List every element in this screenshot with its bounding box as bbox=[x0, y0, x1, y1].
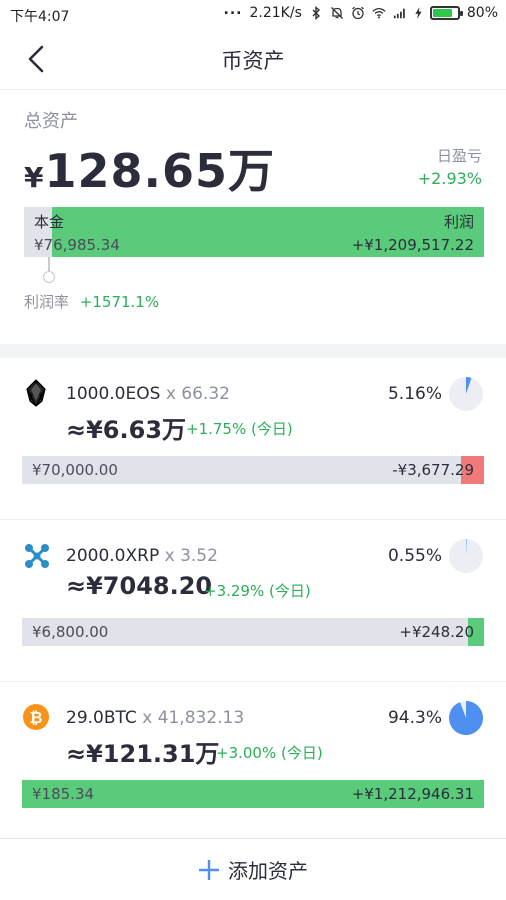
currency-symbol: ¥ bbox=[24, 161, 45, 194]
section-divider bbox=[0, 344, 506, 358]
notification-dots: ... bbox=[223, 2, 243, 18]
eos-icon bbox=[26, 379, 46, 407]
network-speed: 2.21K/s bbox=[249, 5, 302, 21]
rate-marker-dot bbox=[43, 271, 55, 283]
cost-value: ¥70,000.00 bbox=[32, 461, 118, 479]
bluetooth-icon bbox=[312, 6, 320, 20]
profit-rate: 利润率 +1571.1% bbox=[24, 291, 159, 312]
coin-holding: 2000.0XRP x 3.52 bbox=[66, 546, 218, 566]
cost-pnl-bar: ¥6,800.00 +¥248.20 bbox=[22, 618, 484, 646]
principal-value: ¥76,985.34 bbox=[34, 236, 120, 254]
profit-rate-label: 利润率 bbox=[24, 293, 70, 311]
coin-daily-change: +3.00% (今日) bbox=[216, 744, 323, 762]
cost-pnl-bar: ¥185.34 +¥1,212,946.31 bbox=[22, 780, 484, 808]
portfolio-percent: 5.16% bbox=[387, 384, 442, 404]
signal-icon bbox=[393, 8, 405, 19]
pie-slice bbox=[449, 701, 484, 735]
asset-summary: 总资产 ¥128.65万 日盈亏 +2.93% 本金 利润 ¥76,985.34… bbox=[0, 91, 506, 344]
battery-icon bbox=[429, 6, 463, 20]
add-asset-button[interactable]: 添加资产 bbox=[0, 855, 506, 884]
total-assets-label: 总资产 bbox=[24, 111, 78, 132]
add-asset-label: 添加资产 bbox=[228, 859, 308, 883]
pnl-value: +¥1,212,946.31 bbox=[351, 785, 474, 803]
coin-value: ≈¥6.63万 bbox=[66, 416, 187, 444]
status-time: 下午4:07 bbox=[10, 9, 70, 25]
wifi-icon bbox=[372, 7, 386, 19]
principal-profit-bar: 本金 利润 ¥76,985.34 +¥1,209,517.22 bbox=[24, 207, 484, 257]
nav-bar: 币资产 bbox=[0, 30, 506, 90]
unit-price: x 3.52 bbox=[164, 546, 218, 566]
status-right: ... 2.21K/s 80% bbox=[223, 2, 498, 21]
holding-amount: 29.0BTC bbox=[66, 708, 137, 728]
portfolio-pie-chart bbox=[449, 539, 483, 573]
pnl-value: +¥248.20 bbox=[399, 623, 474, 641]
portfolio-pie-chart bbox=[449, 701, 484, 735]
coin-daily-change: +1.75% (今日) bbox=[186, 420, 293, 438]
profit-rate-value: +1571.1% bbox=[79, 293, 160, 311]
total-assets-value: ¥128.65万 bbox=[24, 135, 275, 201]
holding-amount: 1000.0EOS bbox=[66, 384, 161, 404]
pnl-value: -¥3,677.29 bbox=[392, 461, 474, 479]
total-amount: 128.65万 bbox=[44, 144, 275, 198]
charging-icon bbox=[415, 7, 422, 19]
cost-value: ¥6,800.00 bbox=[32, 623, 109, 641]
portfolio-percent: 0.55% bbox=[387, 546, 442, 566]
asset-card-btc[interactable]: ₿ 29.0BTC x 41,832.13 ≈¥121.31万 +3.00% (… bbox=[0, 682, 506, 844]
asset-card-eos[interactable]: 1000.0EOS x 66.32 ≈¥6.63万 +1.75% (今日) 5.… bbox=[0, 358, 506, 520]
alarm-icon bbox=[351, 6, 364, 20]
xrp-icon bbox=[25, 544, 49, 568]
rate-marker-line bbox=[48, 257, 50, 271]
profit-value: +¥1,209,517.22 bbox=[351, 236, 474, 254]
coin-value: ≈¥7048.20 bbox=[66, 572, 213, 600]
coin-value: ≈¥121.31万 bbox=[66, 740, 220, 768]
coin-daily-change: +3.29% (今日) bbox=[204, 582, 311, 600]
plus-icon bbox=[199, 859, 219, 880]
coin-holding: 1000.0EOS x 66.32 bbox=[66, 384, 230, 404]
battery-level bbox=[432, 9, 453, 17]
unit-price: x 66.32 bbox=[165, 384, 230, 404]
portfolio-pie-chart bbox=[449, 377, 483, 411]
principal-label: 本金 bbox=[34, 213, 65, 231]
page-title: 币资产 bbox=[221, 49, 285, 73]
cost-value: ¥185.34 bbox=[32, 785, 95, 803]
btc-icon: ₿ bbox=[23, 704, 49, 730]
footer-bar: 添加资产 bbox=[0, 838, 506, 900]
coin-holding: 29.0BTC x 41,832.13 bbox=[66, 708, 244, 728]
daily-pnl-label: 日盈亏 bbox=[436, 147, 482, 165]
portfolio-percent: 94.3% bbox=[387, 708, 442, 728]
holding-amount: 2000.0XRP bbox=[66, 546, 160, 566]
status-bar: 下午4:07 ... 2.21K/s 80% bbox=[0, 0, 506, 30]
asset-card-xrp[interactable]: 2000.0XRP x 3.52 ≈¥7048.20 +3.29% (今日) 0… bbox=[0, 520, 506, 682]
mute-icon bbox=[330, 7, 343, 19]
battery-percent: 80% bbox=[466, 5, 498, 21]
daily-pnl-value: +2.93% bbox=[417, 169, 482, 188]
cost-pnl-bar: ¥70,000.00 -¥3,677.29 bbox=[22, 456, 484, 484]
svg-text:₿: ₿ bbox=[29, 708, 42, 727]
unit-price: x 41,832.13 bbox=[142, 708, 245, 728]
profit-label: 利润 bbox=[443, 213, 474, 231]
